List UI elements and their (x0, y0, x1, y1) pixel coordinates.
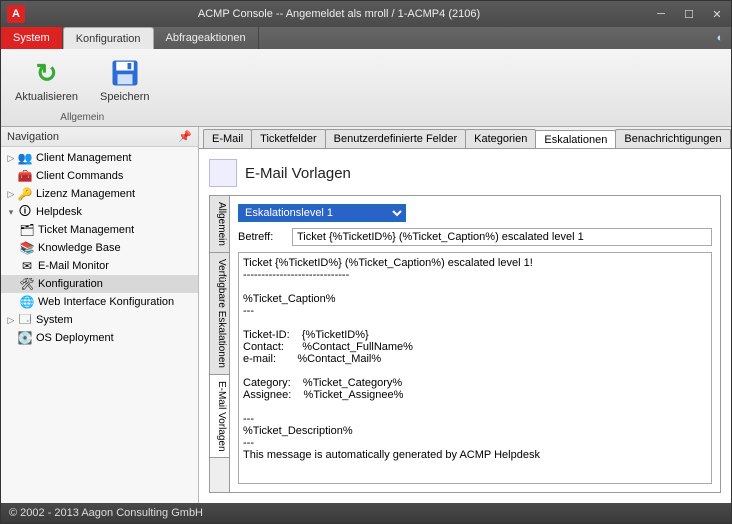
users-icon: 👥 (17, 150, 33, 166)
template-body-textarea[interactable] (238, 252, 712, 484)
maximize-button[interactable]: ☐ (675, 4, 703, 24)
vertical-tabs: Allgemein Verfügbare Eskalationen E-Mail… (210, 196, 230, 492)
save-icon (109, 57, 141, 89)
mail-icon: ✉ (19, 258, 35, 274)
tree-client-commands[interactable]: 🧰Client Commands (1, 167, 198, 185)
page-body: E-Mail Vorlagen Allgemein Verfügbare Esk… (199, 149, 731, 503)
window-title: ACMP Console -- Angemeldet als mroll / 1… (31, 8, 647, 20)
betreff-input[interactable] (292, 228, 712, 246)
tree-knowledge-base[interactable]: 📚Knowledge Base (1, 239, 198, 257)
menubar: System Konfiguration Abfrageaktionen ◐ (1, 27, 731, 49)
app-window: A ACMP Console -- Angemeldet als mroll /… (0, 0, 732, 524)
tree-email-monitor[interactable]: ✉E-Mail Monitor (1, 257, 198, 275)
tab-kategorien[interactable]: Kategorien (465, 129, 536, 148)
tab-eskalationen[interactable]: Eskalationen (535, 130, 616, 149)
config-icon: 🛠 (19, 276, 35, 292)
navigation-title: Navigation (7, 131, 59, 143)
minimize-button[interactable]: ─ (647, 4, 675, 24)
os-icon: 💽 (17, 330, 33, 346)
tree-os-deployment[interactable]: 💽OS Deployment (1, 329, 198, 347)
menu-system[interactable]: System (1, 27, 63, 49)
tab-strip: E-Mail Ticketfelder Benutzerdefinierte F… (199, 127, 731, 149)
status-bar: © 2002 - 2013 Aagon Consulting GmbH (1, 503, 731, 523)
menu-konfiguration[interactable]: Konfiguration (63, 27, 154, 50)
helpdesk-icon: 🛈 (17, 204, 33, 220)
tree-system[interactable]: ▷🗔System (1, 311, 198, 329)
page-title: E-Mail Vorlagen (245, 165, 351, 182)
editor-panel: Allgemein Verfügbare Eskalationen E-Mail… (209, 195, 721, 493)
refresh-icon: ↻ (30, 57, 62, 89)
license-icon: 🔑 (17, 186, 33, 202)
vtab-verfuegbar[interactable]: Verfügbare Eskalationen (210, 253, 229, 375)
refresh-label: Aktualisieren (15, 91, 78, 103)
tab-ticketfelder[interactable]: Ticketfelder (251, 129, 325, 148)
vtab-allgemein[interactable]: Allgemein (210, 196, 229, 253)
titlebar: A ACMP Console -- Angemeldet als mroll /… (1, 1, 731, 27)
kb-icon: 📚 (19, 240, 35, 256)
pin-icon[interactable]: 📌 (178, 130, 192, 143)
tree-client-management[interactable]: ▷👥Client Management (1, 149, 198, 167)
tab-benachrichtigungen[interactable]: Benachrichtigungen (615, 129, 730, 148)
ribbon: ↻ Aktualisieren Speichern Allgemein (1, 49, 731, 127)
globe-icon: 🌐 (19, 294, 35, 310)
navigation-panel: Navigation 📌 ▷👥Client Management 🧰Client… (1, 127, 199, 503)
tab-benutzerfelder[interactable]: Benutzerdefinierte Felder (325, 129, 467, 148)
tree-konfiguration[interactable]: 🛠Konfiguration (1, 275, 198, 293)
betreff-label: Betreff: (238, 231, 286, 243)
navigation-tree: ▷👥Client Management 🧰Client Commands ▷🔑L… (1, 147, 198, 503)
navigation-header: Navigation 📌 (1, 127, 198, 147)
save-label: Speichern (100, 91, 150, 103)
escalation-level-select[interactable]: Eskalationslevel 1 (238, 204, 406, 222)
refresh-button[interactable]: ↻ Aktualisieren (11, 55, 82, 105)
page-icon (209, 159, 237, 187)
content-area: E-Mail Ticketfelder Benutzerdefinierte F… (199, 127, 731, 503)
ribbon-group-allgemein: ↻ Aktualisieren Speichern Allgemein (1, 49, 164, 126)
tab-email[interactable]: E-Mail (203, 129, 252, 148)
menu-abfrageaktionen[interactable]: Abfrageaktionen (154, 27, 259, 49)
close-button[interactable]: ✕ (703, 4, 731, 24)
tree-helpdesk[interactable]: ▾🛈Helpdesk (1, 203, 198, 221)
tree-lizenz-management[interactable]: ▷🔑Lizenz Management (1, 185, 198, 203)
help-icon[interactable]: ◐ (709, 27, 731, 49)
ribbon-group-label: Allgemein (11, 111, 154, 124)
ticket-icon: 🗂 (19, 222, 35, 238)
app-icon: A (7, 5, 25, 23)
save-button[interactable]: Speichern (96, 55, 154, 105)
tab-anhaenge[interactable]: Anhänge (730, 129, 731, 148)
system-icon: 🗔 (17, 312, 33, 328)
commands-icon: 🧰 (17, 168, 33, 184)
tree-ticket-management[interactable]: 🗂Ticket Management (1, 221, 198, 239)
tree-web-interface[interactable]: 🌐Web Interface Konfiguration (1, 293, 198, 311)
vtab-vorlagen[interactable]: E-Mail Vorlagen (210, 375, 229, 459)
